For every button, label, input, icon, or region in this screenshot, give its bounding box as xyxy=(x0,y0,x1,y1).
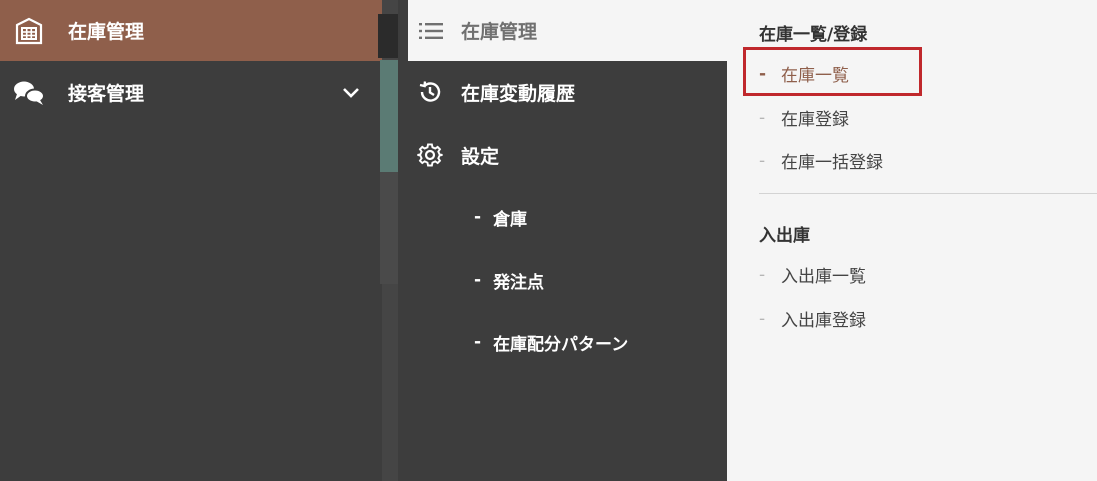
submenu-item-label: 発注点 xyxy=(493,272,545,293)
history-icon xyxy=(416,78,444,106)
link-label: 入出庫一覧 xyxy=(781,267,866,287)
link-inout-register[interactable]: - 入出庫登録 xyxy=(759,306,866,332)
submenu-header[interactable]: 在庫管理 xyxy=(408,0,728,61)
section-divider xyxy=(759,193,1097,194)
sidebar-item-label: 在庫管理 xyxy=(68,21,145,43)
chevron-down-icon[interactable] xyxy=(340,82,362,104)
inventory-grid-icon xyxy=(12,14,46,48)
sidebar-item-label: 接客管理 xyxy=(68,83,145,105)
menu-item-label: 設定 xyxy=(461,145,500,168)
submenu-item-warehouse[interactable]: - 倉庫 xyxy=(474,200,527,234)
bullet-dash: - xyxy=(759,107,766,128)
link-inout-list[interactable]: - 入出庫一覧 xyxy=(759,262,866,288)
section-title-stock: 在庫一覧/登録 xyxy=(759,25,868,45)
link-stock-bulk-register[interactable]: - 在庫一括登録 xyxy=(759,148,883,174)
bullet-dash: - xyxy=(759,308,766,329)
bullet-dash: - xyxy=(759,264,766,285)
sidebar-item-inventory[interactable]: 在庫管理 xyxy=(0,0,382,61)
link-label: 在庫登録 xyxy=(781,110,849,130)
chat-bubbles-icon xyxy=(12,76,46,110)
submenu-item-reorder-point[interactable]: - 発注点 xyxy=(474,263,544,297)
bullet-dash: - xyxy=(474,332,482,352)
bullet-dash: - xyxy=(759,150,766,171)
link-label: 在庫一括登録 xyxy=(781,153,883,173)
bullet-dash: - xyxy=(474,207,482,227)
submenu-item-allocation-pattern[interactable]: - 在庫配分パターン xyxy=(474,325,628,359)
submenu-panel xyxy=(398,0,727,481)
menu-item-label: 在庫変動履歴 xyxy=(461,82,576,105)
submenu-item-label: 倉庫 xyxy=(493,209,528,230)
sidebar-item-customer-service[interactable]: 接客管理 xyxy=(0,62,382,123)
bullet-dash: - xyxy=(474,270,482,290)
app-root: 在庫管理 接客管理 在庫管理 在庫変動履歴 設定 - 倉庫 - 発注点 - 在庫… xyxy=(0,0,1097,481)
link-label: 入出庫登録 xyxy=(781,311,866,331)
highlight-annotation xyxy=(743,47,922,96)
section-title-inout: 入出庫 xyxy=(759,226,810,246)
submenu-item-label: 在庫配分パターン xyxy=(493,334,629,355)
main-sidebar: 在庫管理 接客管理 xyxy=(0,0,382,481)
gear-icon xyxy=(416,141,444,169)
link-stock-register[interactable]: - 在庫登録 xyxy=(759,105,849,131)
submenu-header-label: 在庫管理 xyxy=(461,21,538,43)
list-icon xyxy=(418,18,444,44)
